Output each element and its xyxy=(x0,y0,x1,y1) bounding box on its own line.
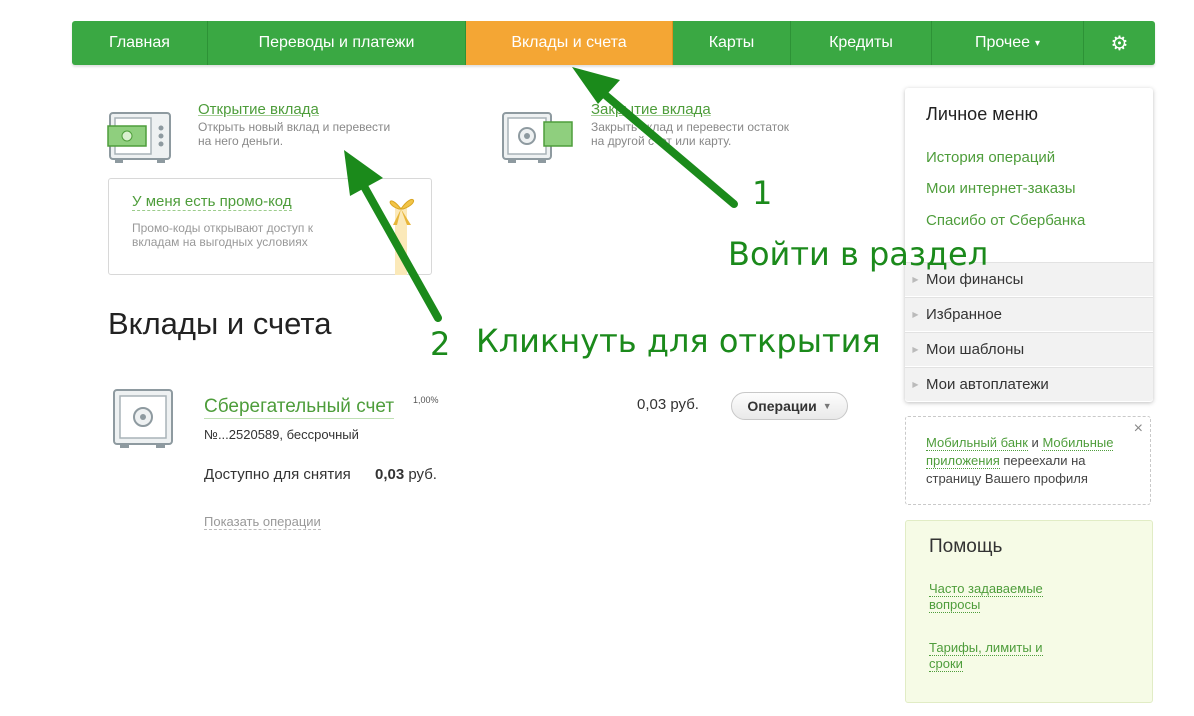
nav-item-label: Прочее xyxy=(974,34,1031,51)
account-balance: 0,03 руб. xyxy=(637,396,699,413)
close-deposit-description: Закрыть вклад и перевести остаток на дру… xyxy=(591,120,790,148)
show-operations-link[interactable]: Показать операции xyxy=(204,514,321,530)
gear-icon: ⚙ xyxy=(1110,32,1129,55)
annotation-step-1-text: Войти в раздел xyxy=(728,235,989,273)
safe-icon xyxy=(112,388,176,455)
available-value: 0,03 xyxy=(375,466,405,483)
help-title: Помощь xyxy=(929,536,1003,557)
help-box: Помощь Часто задаваемые вопросы Тарифы, … xyxy=(905,520,1153,703)
operations-button[interactable]: Операции ▼ xyxy=(731,392,848,420)
nav-item-credits[interactable]: Кредиты xyxy=(791,21,932,65)
settings-button[interactable]: ⚙ xyxy=(1084,21,1155,65)
sidebar-item-label: Мои шаблоны xyxy=(926,341,1025,358)
promo-code-box[interactable]: У меня есть промо-код Промо-коды открыва… xyxy=(108,178,432,275)
nav-item-label: Кредиты xyxy=(829,34,893,51)
nav-item-transfers[interactable]: Переводы и платежи xyxy=(208,21,466,65)
promo-code-link[interactable]: У меня есть промо-код xyxy=(132,193,292,211)
chevron-right-icon: ▶ xyxy=(912,345,919,354)
sidebar-item-label: Мои финансы xyxy=(926,271,1024,288)
mobile-bank-notice: Мобильный банк и Мобильные приложения пе… xyxy=(905,416,1151,505)
sidebar-item-autopayments[interactable]: ▶ Мои автоплатежи xyxy=(905,367,1153,401)
open-deposit-link[interactable]: Открытие вклада xyxy=(198,101,398,118)
help-link-label: Часто задаваемые вопросы xyxy=(929,581,1043,613)
main-navigation: Главная Переводы и платежи Вклады и счет… xyxy=(72,21,1155,65)
available-amount: 0,03 руб. xyxy=(375,466,437,483)
nav-item-other[interactable]: Прочее ▾ xyxy=(932,21,1084,65)
close-deposit-block: Закрытие вклада Закрыть вклад и перевест… xyxy=(591,101,801,148)
nav-item-cards[interactable]: Карты xyxy=(673,21,791,65)
account-rate: 1,00% xyxy=(413,395,439,405)
nav-item-label: Вклады и счета xyxy=(511,34,627,51)
sidebar-link-orders[interactable]: Мои интернет-заказы xyxy=(926,180,1076,197)
annotation-step-1-number: 1 xyxy=(752,174,773,212)
operations-button-label: Операции xyxy=(747,398,817,414)
close-deposit-link[interactable]: Закрытие вклада xyxy=(591,101,801,118)
sidebar-item-label: Избранное xyxy=(926,306,1003,323)
account-number: №...2520589, бессрочный xyxy=(204,427,359,442)
annotation-step-2-number: 2 xyxy=(430,325,451,363)
sidebar-item-favorites[interactable]: ▶ Избранное xyxy=(905,297,1153,331)
safe-icon xyxy=(500,110,574,169)
mobile-bank-link[interactable]: Мобильный банк xyxy=(926,435,1028,451)
account-name-link[interactable]: Сберегательный счет xyxy=(204,396,395,419)
personal-menu-title: Личное меню xyxy=(926,104,1039,124)
arrow-1-head xyxy=(572,67,620,104)
chevron-right-icon: ▶ xyxy=(912,275,919,284)
chevron-down-icon: ▼ xyxy=(822,401,832,411)
nav-item-deposits[interactable]: Вклады и счета xyxy=(466,21,673,65)
safe-money-icon xyxy=(107,110,177,169)
available-currency: руб. xyxy=(408,466,437,483)
open-deposit-description: Открыть новый вклад и перевести на него … xyxy=(198,120,391,148)
close-icon[interactable]: × xyxy=(1134,420,1143,438)
open-deposit-block: Открытие вклада Открыть новый вклад и пе… xyxy=(198,101,398,148)
sidebar-link-spasibo[interactable]: Спасибо от Сбербанка xyxy=(926,212,1085,229)
nav-item-label: Карты xyxy=(708,34,755,51)
sidebar-link-history[interactable]: История операций xyxy=(926,149,1055,166)
help-link-faq[interactable]: Часто задаваемые вопросы xyxy=(929,581,1069,613)
notice-text: Мобильный банк и Мобильные приложения пе… xyxy=(926,434,1136,488)
promo-code-description: Промо-коды открывают доступ к вкладам на… xyxy=(132,221,313,249)
gift-bow-icon xyxy=(385,189,429,280)
notice-conjunction: и xyxy=(1031,435,1039,450)
available-label: Доступно для снятия xyxy=(204,466,351,483)
page-title: Вклады и счета xyxy=(108,306,332,341)
help-link-label: Тарифы, лимиты и сроки xyxy=(929,640,1043,672)
chevron-right-icon: ▶ xyxy=(912,310,919,319)
help-link-tariffs[interactable]: Тарифы, лимиты и сроки xyxy=(929,640,1069,672)
sidebar-item-templates[interactable]: ▶ Мои шаблоны xyxy=(905,332,1153,366)
chevron-down-icon: ▾ xyxy=(1035,37,1041,49)
annotation-step-2-text: Кликнуть для открытия xyxy=(476,322,881,360)
sidebar-item-label: Мои автоплатежи xyxy=(926,376,1049,393)
nav-item-label: Главная xyxy=(109,34,170,51)
nav-item-label: Переводы и платежи xyxy=(258,34,415,51)
nav-item-home[interactable]: Главная xyxy=(72,21,208,65)
chevron-right-icon: ▶ xyxy=(912,380,919,389)
